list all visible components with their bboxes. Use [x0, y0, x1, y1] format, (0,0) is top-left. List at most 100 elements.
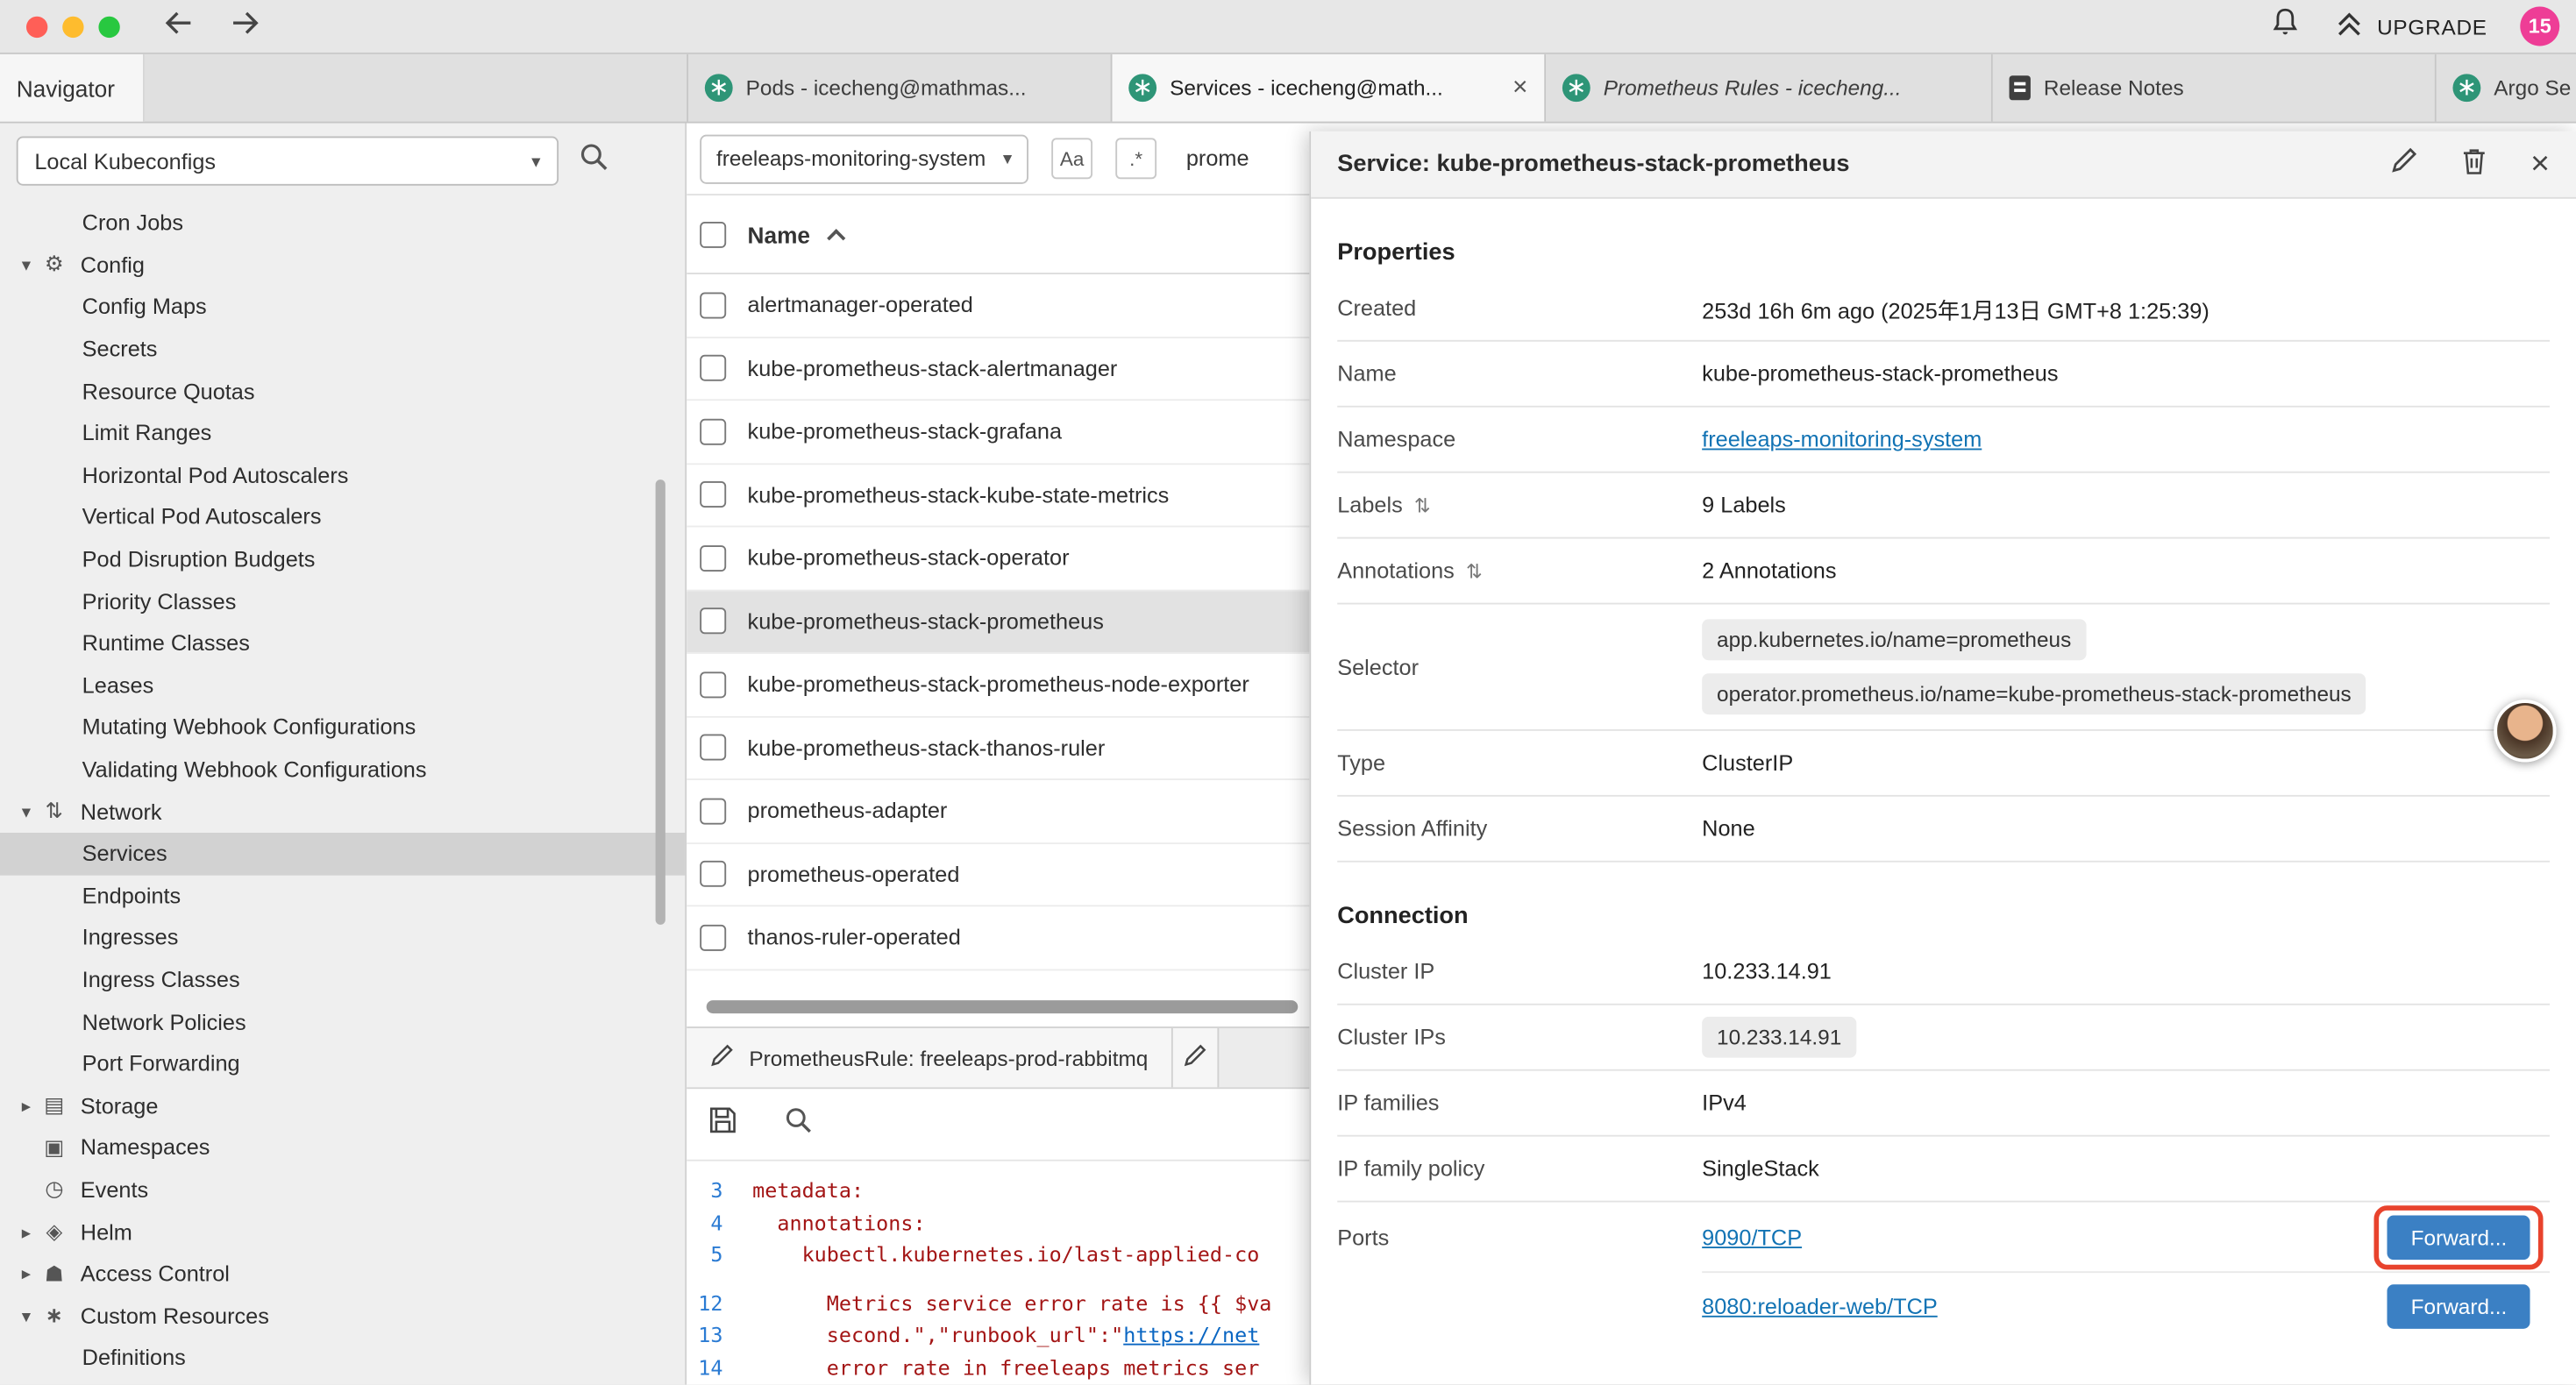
upgrade-button[interactable]: UPGRADE — [2333, 9, 2487, 43]
chevron-icon[interactable] — [13, 254, 39, 275]
tree-item[interactable]: Network — [0, 791, 687, 833]
tree-item[interactable]: Ingresses — [0, 917, 687, 959]
row-checkbox[interactable] — [700, 924, 726, 950]
sort-toggle-icon[interactable]: ⇅ — [1466, 559, 1483, 582]
tree-item[interactable]: Vertical Pod Autoscalers — [0, 496, 687, 538]
tree-item[interactable]: Runtime Classes — [0, 622, 687, 664]
row-checkbox[interactable] — [700, 671, 726, 698]
match-case-button[interactable]: Aa — [1051, 138, 1092, 179]
detail-label: Cluster IP — [1337, 959, 1434, 984]
row-checkbox[interactable] — [700, 861, 726, 887]
kubernetes-icon — [2452, 74, 2480, 102]
forward-button[interactable]: Forward... — [2387, 1215, 2530, 1260]
tree-item[interactable]: Events — [0, 1168, 687, 1211]
tree-item[interactable]: Horizontal Pod Autoscalers — [0, 454, 687, 496]
tree-item[interactable]: Services — [0, 833, 687, 875]
back-arrow-icon[interactable] — [162, 9, 195, 43]
tree-item[interactable]: Access Control — [0, 1253, 687, 1295]
chevron-icon[interactable] — [13, 1221, 39, 1242]
chevron-icon[interactable] — [13, 1305, 39, 1326]
sidebar-scrollbar[interactable] — [656, 479, 665, 925]
tree-item[interactable]: Storage — [0, 1085, 687, 1127]
notification-count-badge[interactable]: 15 — [2520, 6, 2559, 46]
kubernetes-icon — [705, 74, 733, 102]
kubeconfig-selector[interactable]: Local Kubeconfigs — [17, 137, 559, 186]
select-all-checkbox[interactable] — [700, 221, 726, 247]
detail-row: Annotations ⇅ 2 Annotations — [1337, 539, 2550, 605]
tree-item[interactable]: Port Forwarding — [0, 1043, 687, 1085]
tree-item[interactable]: Ingress Classes — [0, 959, 687, 1001]
chevron-icon[interactable] — [13, 801, 39, 822]
maximize-window-button[interactable] — [98, 16, 119, 37]
row-checkbox[interactable] — [700, 292, 726, 318]
document-tab[interactable]: Release Notes — [1993, 54, 2437, 122]
sidebar-search-icon[interactable] — [579, 141, 610, 181]
row-checkbox[interactable] — [700, 735, 726, 761]
port-link[interactable]: 8080:reloader-web/TCP — [1702, 1294, 1938, 1318]
scrollbar-thumb[interactable] — [707, 1000, 1299, 1013]
row-checkbox[interactable] — [700, 481, 726, 508]
sort-ascending-icon[interactable] — [827, 228, 845, 246]
close-window-button[interactable] — [26, 16, 47, 37]
document-tab[interactable]: Services - icecheng@math... × — [1113, 54, 1547, 122]
delete-trash-icon[interactable] — [2461, 146, 2487, 183]
sort-toggle-icon[interactable]: ⇅ — [1414, 494, 1431, 516]
namespace-link[interactable]: freeleaps-monitoring-system — [1702, 427, 1982, 451]
forward-arrow-icon[interactable] — [228, 9, 260, 43]
minimize-window-button[interactable] — [62, 16, 83, 37]
detail-value: SingleStack — [1702, 1156, 1819, 1181]
value-badge: 10.233.14.91 — [1702, 1017, 1856, 1058]
row-checkbox[interactable] — [700, 545, 726, 572]
chevron-icon[interactable] — [13, 1095, 39, 1116]
pencil-icon — [1183, 1043, 1207, 1073]
namespace-filter-select[interactable]: freeleaps-monitoring-system — [700, 134, 1028, 183]
connection-rows: Cluster IP 10.233.14.91 — [1337, 940, 2550, 1340]
tree-item[interactable]: Config — [0, 244, 687, 286]
tree-item[interactable]: Definitions — [0, 1337, 687, 1379]
tree-item[interactable]: Namespaces — [0, 1126, 687, 1168]
detail-value: IPv4 — [1702, 1090, 1747, 1115]
row-checkbox[interactable] — [700, 798, 726, 824]
forward-button[interactable]: Forward... — [2387, 1284, 2530, 1329]
document-tab[interactable]: Prometheus Rules - icecheng... — [1546, 54, 1993, 122]
line-number: 4 — [687, 1206, 752, 1239]
line-number: 3 — [687, 1175, 752, 1207]
tree-item[interactable]: Priority Classes — [0, 580, 687, 622]
chevron-icon[interactable] — [13, 1263, 39, 1284]
detail-value: 253d 16h 6m ago (2025年1月13日 GMT+8 1:25:3… — [1702, 298, 2210, 323]
name-column-header[interactable]: Name — [748, 221, 810, 247]
user-avatar[interactable] — [2494, 700, 2556, 762]
detail-value: 10.233.14.91 — [1702, 959, 1832, 984]
tree-item[interactable]: Network Policies — [0, 1001, 687, 1043]
tree-item[interactable]: Helm — [0, 1211, 687, 1253]
row-checkbox[interactable] — [700, 608, 726, 635]
row-checkbox[interactable] — [700, 418, 726, 444]
row-checkbox[interactable] — [700, 355, 726, 381]
dock-tab-prometheusrule[interactable]: PrometheusRule: freeleaps-prod-rabbitmq — [687, 1028, 1172, 1087]
notification-bell-icon[interactable] — [2270, 6, 2300, 46]
service-details-drawer: Service: kube-prometheus-stack-prometheu… — [1309, 131, 2576, 1385]
tree-item[interactable]: Config Maps — [0, 286, 687, 328]
close-icon[interactable]: × — [2530, 148, 2550, 181]
document-tab[interactable]: Argo Se — [2437, 54, 2576, 122]
tree-item[interactable]: Endpoints — [0, 875, 687, 917]
tree-item[interactable]: Resource Quotas — [0, 370, 687, 412]
dock-tab-partial[interactable] — [1172, 1028, 1218, 1087]
search-input[interactable]: prome — [1186, 146, 1249, 171]
document-tab[interactable]: Pods - icecheng@mathmas... — [688, 54, 1112, 122]
regex-button[interactable]: .* — [1115, 138, 1156, 179]
tree-item[interactable]: Leases — [0, 664, 687, 707]
tree-item[interactable]: Pod Disruption Budgets — [0, 538, 687, 580]
tree-item[interactable]: Limit Ranges — [0, 412, 687, 454]
save-icon[interactable] — [708, 1105, 738, 1143]
tab-close-icon[interactable]: × — [1512, 75, 1528, 101]
tree-item[interactable]: Cron Jobs — [0, 202, 687, 244]
tree-item[interactable]: Mutating Webhook Configurations — [0, 707, 687, 749]
tree-item[interactable]: Custom Resources — [0, 1295, 687, 1337]
kubernetes-icon — [1128, 74, 1156, 102]
tree-item[interactable]: Validating Webhook Configurations — [0, 749, 687, 791]
edit-pencil-icon[interactable] — [2391, 146, 2419, 182]
tree-item[interactable]: Secrets — [0, 328, 687, 370]
editor-search-icon[interactable] — [784, 1105, 814, 1143]
port-link[interactable]: 9090/TCP — [1702, 1225, 1802, 1249]
